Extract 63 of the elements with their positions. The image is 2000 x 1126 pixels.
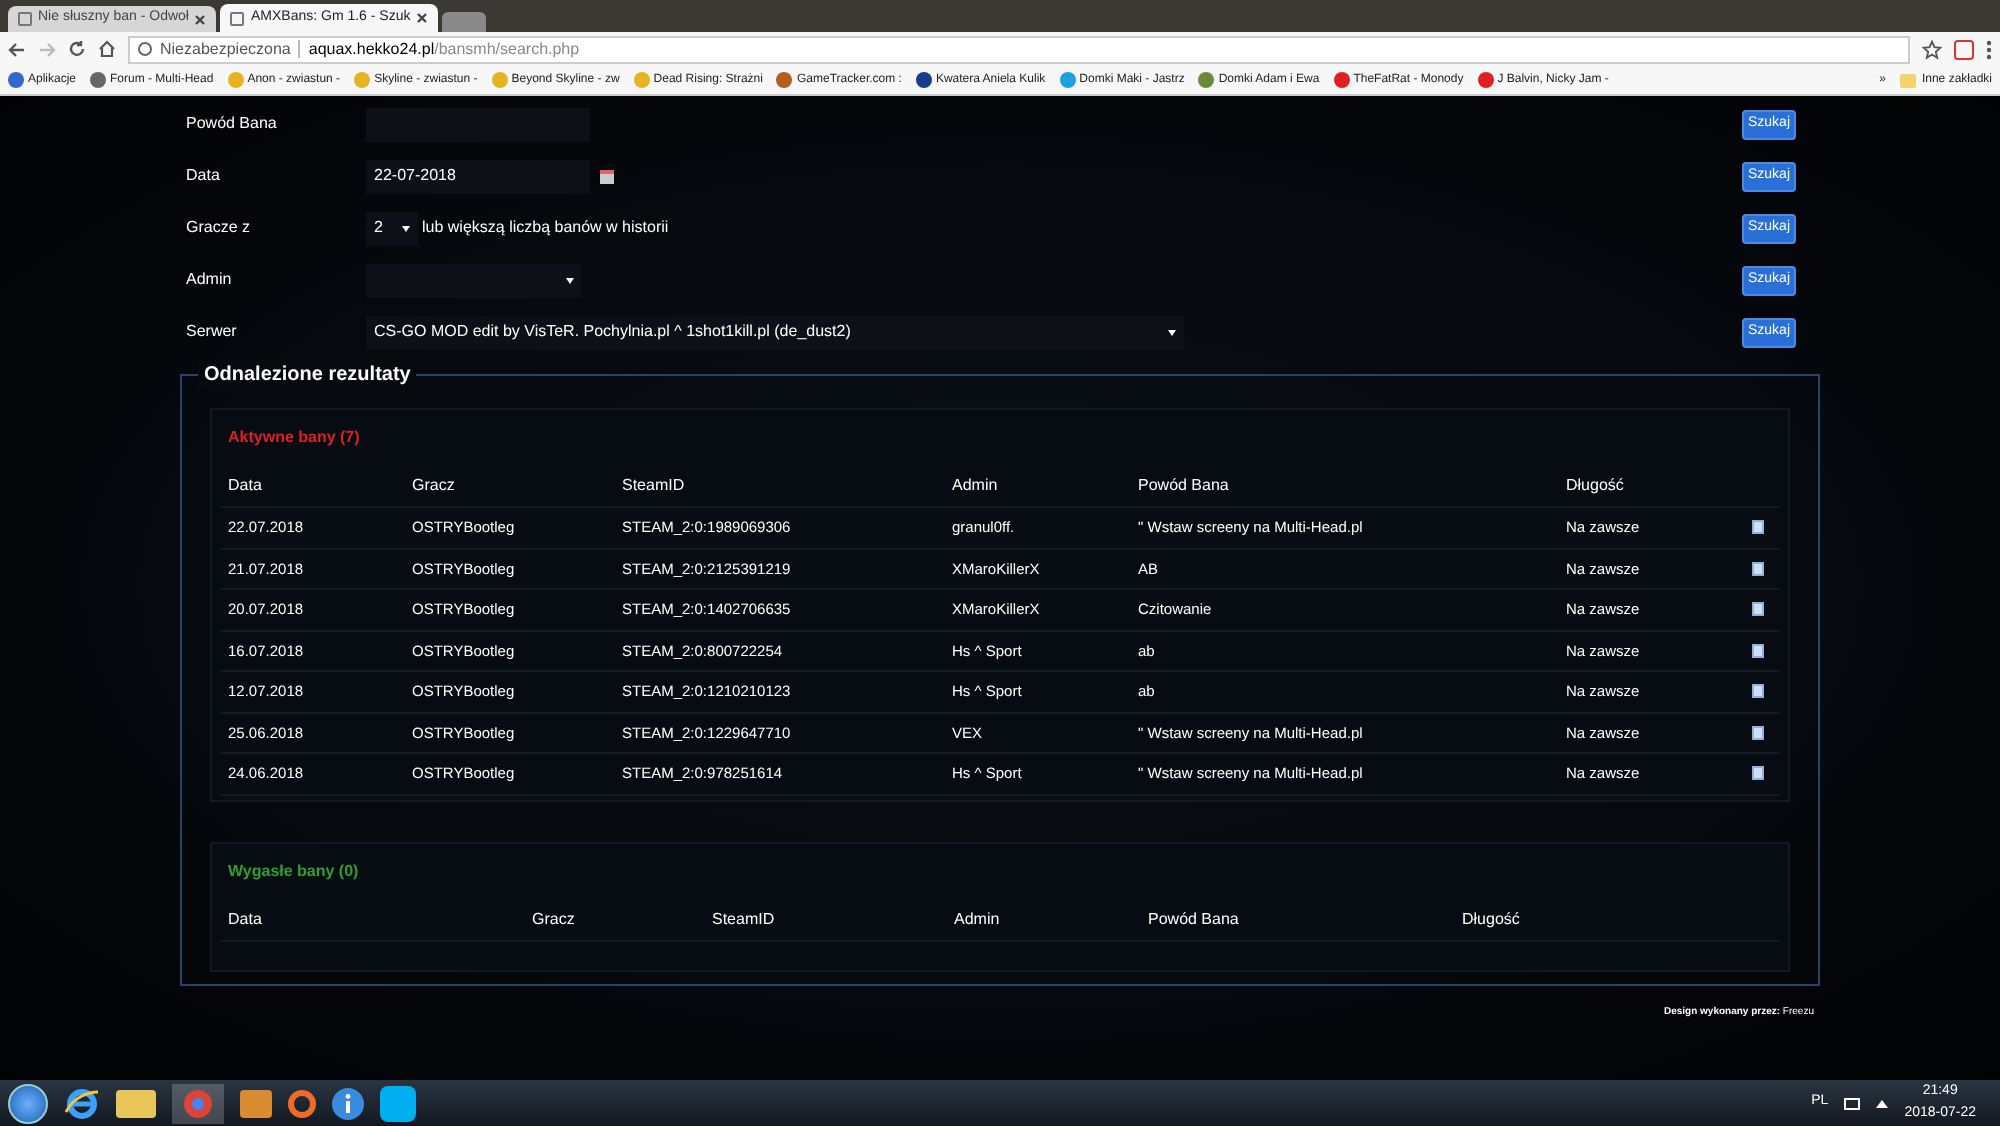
site-icon [1198,72,1215,88]
column-header: Data [228,474,264,498]
document-icon[interactable] [1752,725,1764,740]
site-icon [90,72,107,88]
field-label: Powód Bana [186,112,279,136]
dropdown[interactable]: CS-GO MOD edit by VisTeR. Pochylnia.pl ^ 1shot1kill.pl (de_dust2) [366,315,1184,349]
site-icon [491,72,508,88]
document-icon[interactable] [1752,643,1764,658]
column-header: Gracz [532,907,577,931]
field-label: Serwer [186,320,239,344]
column-header: Powód Bana [1138,474,1231,498]
star-icon[interactable] [1922,39,1942,59]
section-title: Aktywne bany (7) [226,426,362,450]
site-icon [1333,72,1350,88]
dropdown[interactable]: 2 [366,211,418,245]
address-bar[interactable]: Niezabezpieczona aquax.hekko24.pl/bansmh/search.php [128,35,1910,63]
browser-icon[interactable] [64,1087,100,1119]
panel-title: Odnalezione rezultaty [198,360,417,390]
tray-arrow-icon[interactable] [1876,1099,1889,1107]
caret-icon [566,277,574,283]
document-icon[interactable] [1752,520,1764,535]
site-icon [227,72,244,88]
close-icon[interactable] [416,12,429,24]
date-field[interactable]: 22-07-2018 [366,159,590,193]
security-label: Niezabezpieczona [160,37,291,61]
document-icon[interactable] [1752,561,1764,576]
back-icon[interactable] [8,41,26,57]
column-header: Admin [952,474,1000,498]
site-icon [915,72,932,88]
column-header: Data [228,907,264,931]
column-header: SteamID [712,907,777,931]
caret-icon [1168,329,1176,335]
site-icon [8,72,24,88]
home-icon[interactable] [98,40,116,58]
field-label: Data [186,164,222,188]
column-header: Admin [954,907,1002,931]
url-text: aquax.hekko24.pl/bansmh/search.php [308,37,580,61]
menu-icon[interactable] [1986,39,1992,59]
close-icon[interactable] [194,13,207,25]
start-button[interactable] [8,1083,48,1123]
site-icon [776,72,793,88]
site-icon [1477,72,1494,88]
caret-icon [402,225,410,231]
site-icon [1059,72,1076,88]
new-tab-button[interactable] [442,12,487,32]
document-icon[interactable] [1752,684,1764,699]
field-label: Admin [186,268,234,292]
field-label: Gracze z [186,216,253,240]
site-icon [354,72,371,88]
field-hint: lub większą liczbą banów w historii [422,216,669,240]
column-header: SteamID [622,474,687,498]
column-header: Powód Bana [1148,907,1241,931]
calendar-icon[interactable] [600,169,614,183]
page-icon [230,11,245,25]
column-header: Długość [1566,474,1626,498]
site-icon [633,72,650,88]
section-title: Wygasłe bany (0) [226,859,361,883]
column-header: Długość [1462,907,1522,931]
document-icon[interactable] [1752,602,1764,617]
page-icon [18,12,32,26]
column-header: Gracz [412,474,457,498]
reload-icon[interactable] [68,40,86,58]
document-icon[interactable] [1752,766,1764,781]
